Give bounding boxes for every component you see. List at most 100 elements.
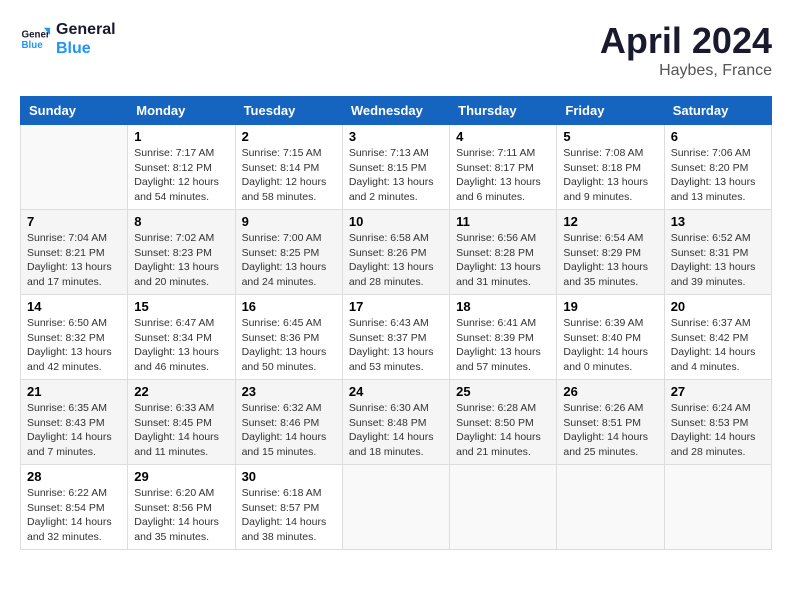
week-row-2: 7 Sunrise: 7:04 AMSunset: 8:21 PMDaylight… — [21, 210, 772, 295]
day-info: Sunrise: 6:33 AMSunset: 8:45 PMDaylight:… — [134, 401, 228, 460]
logo-icon: General Blue — [20, 24, 50, 54]
day-number: 19 — [563, 299, 657, 314]
day-number: 30 — [242, 469, 336, 484]
day-info: Sunrise: 7:00 AMSunset: 8:25 PMDaylight:… — [242, 231, 336, 290]
day-number: 23 — [242, 384, 336, 399]
day-info: Sunrise: 6:54 AMSunset: 8:29 PMDaylight:… — [563, 231, 657, 290]
day-info: Sunrise: 6:52 AMSunset: 8:31 PMDaylight:… — [671, 231, 765, 290]
day-info: Sunrise: 6:20 AMSunset: 8:56 PMDaylight:… — [134, 486, 228, 545]
month-title: April 2024 — [600, 20, 772, 62]
calendar-cell — [342, 465, 449, 550]
calendar-cell: 13 Sunrise: 6:52 AMSunset: 8:31 PMDayligh… — [664, 210, 771, 295]
calendar-cell: 9 Sunrise: 7:00 AMSunset: 8:25 PMDaylight… — [235, 210, 342, 295]
location-title: Haybes, France — [600, 62, 772, 80]
day-info: Sunrise: 6:30 AMSunset: 8:48 PMDaylight:… — [349, 401, 443, 460]
calendar-cell: 6 Sunrise: 7:06 AMSunset: 8:20 PMDaylight… — [664, 125, 771, 210]
col-header-sunday: Sunday — [21, 97, 128, 125]
day-info: Sunrise: 6:18 AMSunset: 8:57 PMDaylight:… — [242, 486, 336, 545]
calendar-cell: 1 Sunrise: 7:17 AMSunset: 8:12 PMDaylight… — [128, 125, 235, 210]
calendar-cell: 7 Sunrise: 7:04 AMSunset: 8:21 PMDaylight… — [21, 210, 128, 295]
calendar-cell: 24 Sunrise: 6:30 AMSunset: 8:48 PMDayligh… — [342, 380, 449, 465]
day-info: Sunrise: 6:39 AMSunset: 8:40 PMDaylight:… — [563, 316, 657, 375]
calendar-cell: 17Sunrise: 6:43 AMSunset: 8:37 PMDayligh… — [342, 295, 449, 380]
day-info: Sunrise: 6:28 AMSunset: 8:50 PMDaylight:… — [456, 401, 550, 460]
col-header-saturday: Saturday — [664, 97, 771, 125]
day-number: 22 — [134, 384, 228, 399]
calendar-cell — [557, 465, 664, 550]
calendar-cell — [21, 125, 128, 210]
day-info: Sunrise: 6:50 AMSunset: 8:32 PMDaylight:… — [27, 316, 121, 375]
day-number: 17 — [349, 299, 443, 314]
calendar-cell: 10Sunrise: 6:58 AMSunset: 8:26 PMDayligh… — [342, 210, 449, 295]
day-number: 27 — [671, 384, 765, 399]
day-info: Sunrise: 6:37 AMSunset: 8:42 PMDaylight:… — [671, 316, 765, 375]
day-number: 24 — [349, 384, 443, 399]
calendar-cell: 26 Sunrise: 6:26 AMSunset: 8:51 PMDayligh… — [557, 380, 664, 465]
day-info: Sunrise: 6:24 AMSunset: 8:53 PMDaylight:… — [671, 401, 765, 460]
calendar-cell: 18 Sunrise: 6:41 AMSunset: 8:39 PMDayligh… — [450, 295, 557, 380]
day-number: 18 — [456, 299, 550, 314]
logo: General Blue General Blue — [20, 20, 116, 58]
day-info: Sunrise: 7:06 AMSunset: 8:20 PMDaylight:… — [671, 146, 765, 205]
day-info: Sunrise: 7:15 AMSunset: 8:14 PMDaylight:… — [242, 146, 336, 205]
calendar-cell: 14 Sunrise: 6:50 AMSunset: 8:32 PMDayligh… — [21, 295, 128, 380]
col-header-thursday: Thursday — [450, 97, 557, 125]
day-number: 26 — [563, 384, 657, 399]
calendar-cell: 22 Sunrise: 6:33 AMSunset: 8:45 PMDayligh… — [128, 380, 235, 465]
day-number: 13 — [671, 214, 765, 229]
col-header-wednesday: Wednesday — [342, 97, 449, 125]
day-info: Sunrise: 7:04 AMSunset: 8:21 PMDaylight:… — [27, 231, 121, 290]
day-info: Sunrise: 7:11 AMSunset: 8:17 PMDaylight:… — [456, 146, 550, 205]
day-number: 12 — [563, 214, 657, 229]
col-header-monday: Monday — [128, 97, 235, 125]
day-info: Sunrise: 7:17 AMSunset: 8:12 PMDaylight:… — [134, 146, 228, 205]
calendar-cell: 15Sunrise: 6:47 AMSunset: 8:34 PMDayligh… — [128, 295, 235, 380]
calendar-cell — [450, 465, 557, 550]
day-info: Sunrise: 6:26 AMSunset: 8:51 PMDaylight:… — [563, 401, 657, 460]
day-number: 4 — [456, 129, 550, 144]
title-block: April 2024 Haybes, France — [600, 20, 772, 80]
calendar-cell — [664, 465, 771, 550]
calendar-cell: 4 Sunrise: 7:11 AMSunset: 8:17 PMDaylight… — [450, 125, 557, 210]
svg-text:Blue: Blue — [22, 40, 44, 51]
day-info: Sunrise: 7:13 AMSunset: 8:15 PMDaylight:… — [349, 146, 443, 205]
calendar-cell: 12 Sunrise: 6:54 AMSunset: 8:29 PMDayligh… — [557, 210, 664, 295]
day-number: 14 — [27, 299, 121, 314]
calendar-cell: 3 Sunrise: 7:13 AMSunset: 8:15 PMDaylight… — [342, 125, 449, 210]
calendar-cell: 27 Sunrise: 6:24 AMSunset: 8:53 PMDayligh… — [664, 380, 771, 465]
page-header: General Blue General Blue April 2024 Hay… — [20, 20, 772, 80]
day-info: Sunrise: 6:56 AMSunset: 8:28 PMDaylight:… — [456, 231, 550, 290]
logo-text: General Blue — [56, 20, 116, 58]
day-number: 9 — [242, 214, 336, 229]
calendar-cell: 16Sunrise: 6:45 AMSunset: 8:36 PMDayligh… — [235, 295, 342, 380]
day-number: 11 — [456, 214, 550, 229]
calendar-cell: 5Sunrise: 7:08 AMSunset: 8:18 PMDaylight… — [557, 125, 664, 210]
week-row-5: 28Sunrise: 6:22 AMSunset: 8:54 PMDayligh… — [21, 465, 772, 550]
day-number: 29 — [134, 469, 228, 484]
day-number: 25 — [456, 384, 550, 399]
day-number: 6 — [671, 129, 765, 144]
day-info: Sunrise: 6:47 AMSunset: 8:34 PMDaylight:… — [134, 316, 228, 375]
week-row-1: 1 Sunrise: 7:17 AMSunset: 8:12 PMDaylight… — [21, 125, 772, 210]
day-number: 21 — [27, 384, 121, 399]
calendar-cell: 11 Sunrise: 6:56 AMSunset: 8:28 PMDayligh… — [450, 210, 557, 295]
calendar-cell: 28Sunrise: 6:22 AMSunset: 8:54 PMDayligh… — [21, 465, 128, 550]
day-info: Sunrise: 6:32 AMSunset: 8:46 PMDaylight:… — [242, 401, 336, 460]
calendar-cell: 8Sunrise: 7:02 AMSunset: 8:23 PMDaylight… — [128, 210, 235, 295]
day-info: Sunrise: 6:35 AMSunset: 8:43 PMDaylight:… — [27, 401, 121, 460]
day-info: Sunrise: 6:22 AMSunset: 8:54 PMDaylight:… — [27, 486, 121, 545]
day-number: 2 — [242, 129, 336, 144]
day-number: 3 — [349, 129, 443, 144]
week-row-4: 21 Sunrise: 6:35 AMSunset: 8:43 PMDayligh… — [21, 380, 772, 465]
day-number: 1 — [134, 129, 228, 144]
day-info: Sunrise: 7:02 AMSunset: 8:23 PMDaylight:… — [134, 231, 228, 290]
calendar-cell: 29 Sunrise: 6:20 AMSunset: 8:56 PMDayligh… — [128, 465, 235, 550]
day-info: Sunrise: 6:41 AMSunset: 8:39 PMDaylight:… — [456, 316, 550, 375]
day-number: 16 — [242, 299, 336, 314]
calendar-cell: 20 Sunrise: 6:37 AMSunset: 8:42 PMDayligh… — [664, 295, 771, 380]
calendar-cell: 2 Sunrise: 7:15 AMSunset: 8:14 PMDaylight… — [235, 125, 342, 210]
day-number: 7 — [27, 214, 121, 229]
calendar-cell: 23 Sunrise: 6:32 AMSunset: 8:46 PMDayligh… — [235, 380, 342, 465]
day-info: Sunrise: 7:08 AMSunset: 8:18 PMDaylight:… — [563, 146, 657, 205]
day-number: 20 — [671, 299, 765, 314]
